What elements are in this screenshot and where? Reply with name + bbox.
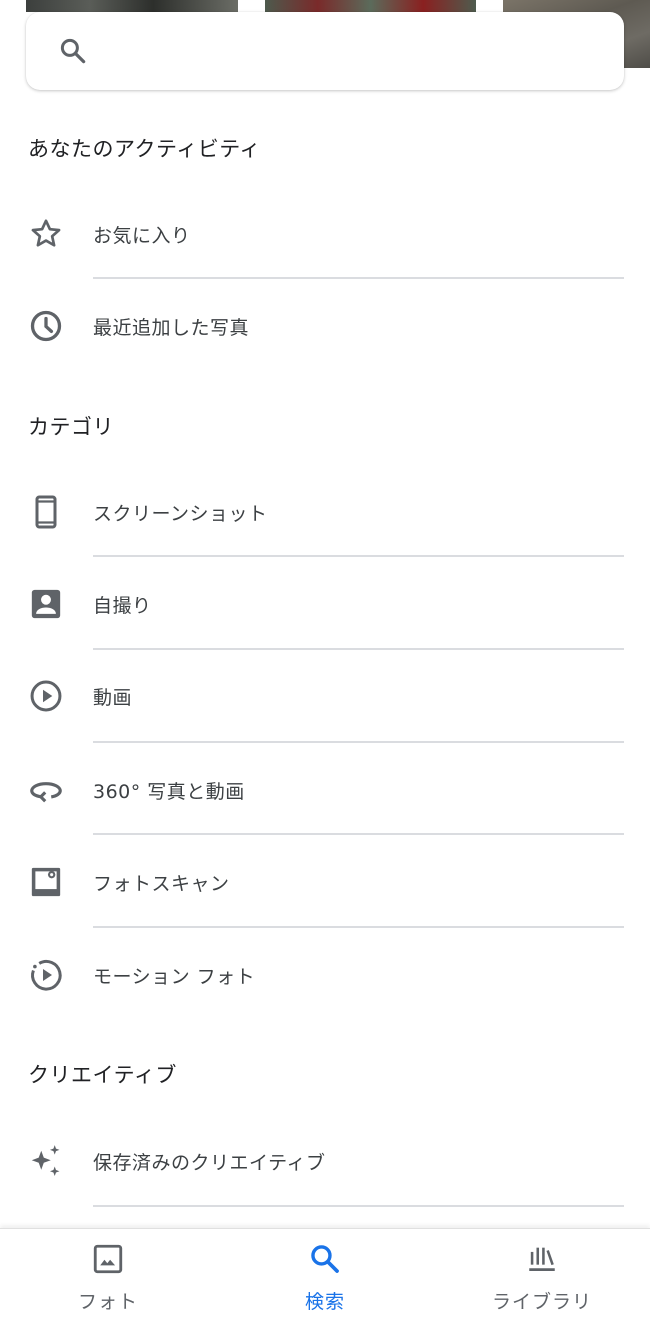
- nav-tab-label: ライブラリ: [491, 1291, 592, 1313]
- list-item-label: 360° 写真と動画: [93, 780, 245, 803]
- list-item-saved-creations[interactable]: 保存済みのクリエイティブ: [0, 1115, 650, 1207]
- nav-tab-photos[interactable]: フォト: [8, 1229, 208, 1319]
- divider: [93, 833, 624, 835]
- list-item-videos[interactable]: 動画: [0, 650, 650, 742]
- divider: [93, 926, 624, 928]
- nav-tab-search[interactable]: 検索: [225, 1229, 425, 1319]
- list-item-label: フォトスキャン: [93, 872, 230, 895]
- list-item-360[interactable]: 360° 写真と動画: [0, 744, 650, 836]
- divider: [93, 741, 624, 743]
- list-item-photoscan[interactable]: フォトスキャン: [0, 836, 650, 928]
- list-item-motion-photos[interactable]: モーション フォト: [0, 929, 650, 1021]
- bottom-navigation: フォト 検索 ライブラリ: [0, 1228, 650, 1319]
- portrait-icon: [27, 585, 65, 623]
- list-item-label: 自撮り: [93, 594, 152, 617]
- divider: [93, 1205, 624, 1207]
- list-item-label: モーション フォト: [93, 965, 256, 988]
- divider: [93, 555, 624, 557]
- section-title-creations: クリエイティブ: [28, 1063, 177, 1087]
- photoscan-icon: [27, 863, 65, 901]
- search-icon: [307, 1241, 343, 1277]
- motion-photo-icon: [27, 956, 65, 994]
- section-title-categories: カテゴリ: [28, 415, 114, 439]
- divider: [93, 277, 624, 279]
- list-item-favorites[interactable]: お気に入り: [0, 188, 650, 280]
- list-item-selfies[interactable]: 自撮り: [0, 558, 650, 650]
- list-item-label: 動画: [93, 686, 133, 709]
- nav-tab-label: 検索: [304, 1291, 345, 1313]
- star-outline-icon: [27, 215, 65, 253]
- clock-icon: [27, 307, 65, 345]
- list-item-label: 最近追加した写真: [93, 316, 250, 339]
- search-icon: [58, 36, 88, 66]
- section-title-activity: あなたのアクティビティ: [28, 137, 261, 161]
- search-input[interactable]: [104, 11, 624, 91]
- nav-tab-library[interactable]: ライブラリ: [442, 1229, 642, 1319]
- library-icon: [524, 1241, 560, 1277]
- smartphone-icon: [27, 493, 65, 531]
- rotate-360-icon: [27, 771, 65, 809]
- list-item-label: スクリーンショット: [93, 502, 268, 525]
- list-item-screenshots[interactable]: スクリーンショット: [0, 466, 650, 558]
- list-item-recently-added[interactable]: 最近追加した写真: [0, 280, 650, 372]
- list-item-label: 保存済みのクリエイティブ: [93, 1151, 326, 1174]
- nav-tab-label: フォト: [77, 1291, 138, 1313]
- sparkle-icon: [27, 1142, 65, 1180]
- play-circle-icon: [27, 677, 65, 715]
- photo-icon: [90, 1241, 126, 1277]
- search-bar[interactable]: [26, 11, 624, 91]
- list-item-label: お気に入り: [93, 224, 191, 247]
